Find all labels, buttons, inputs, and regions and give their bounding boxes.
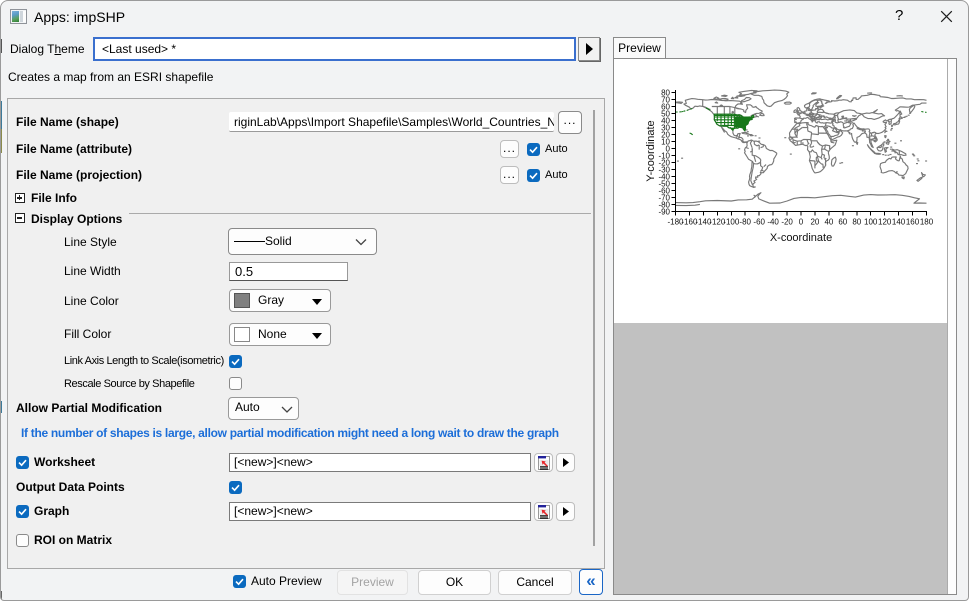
svg-text:60: 60 — [838, 218, 847, 227]
svg-text:-20: -20 — [781, 218, 793, 227]
svg-text:0: 0 — [799, 218, 804, 227]
svg-text:160: 160 — [906, 218, 920, 227]
svg-text:40: 40 — [824, 218, 833, 227]
svg-text:-80: -80 — [739, 218, 751, 227]
svg-text:120: 120 — [878, 218, 892, 227]
svg-text:-90: -90 — [658, 208, 670, 217]
svg-text:20: 20 — [810, 218, 819, 227]
svg-text:80: 80 — [852, 218, 861, 227]
svg-text:140: 140 — [892, 218, 906, 227]
svg-text:-60: -60 — [753, 218, 765, 227]
svg-text:-40: -40 — [767, 218, 779, 227]
svg-text:Y-coordinate: Y-coordinate — [645, 120, 657, 181]
svg-text:-100: -100 — [723, 218, 740, 227]
svg-text:180: 180 — [920, 218, 934, 227]
svg-text:100: 100 — [864, 218, 878, 227]
svg-text:X-coordinate: X-coordinate — [770, 232, 832, 244]
